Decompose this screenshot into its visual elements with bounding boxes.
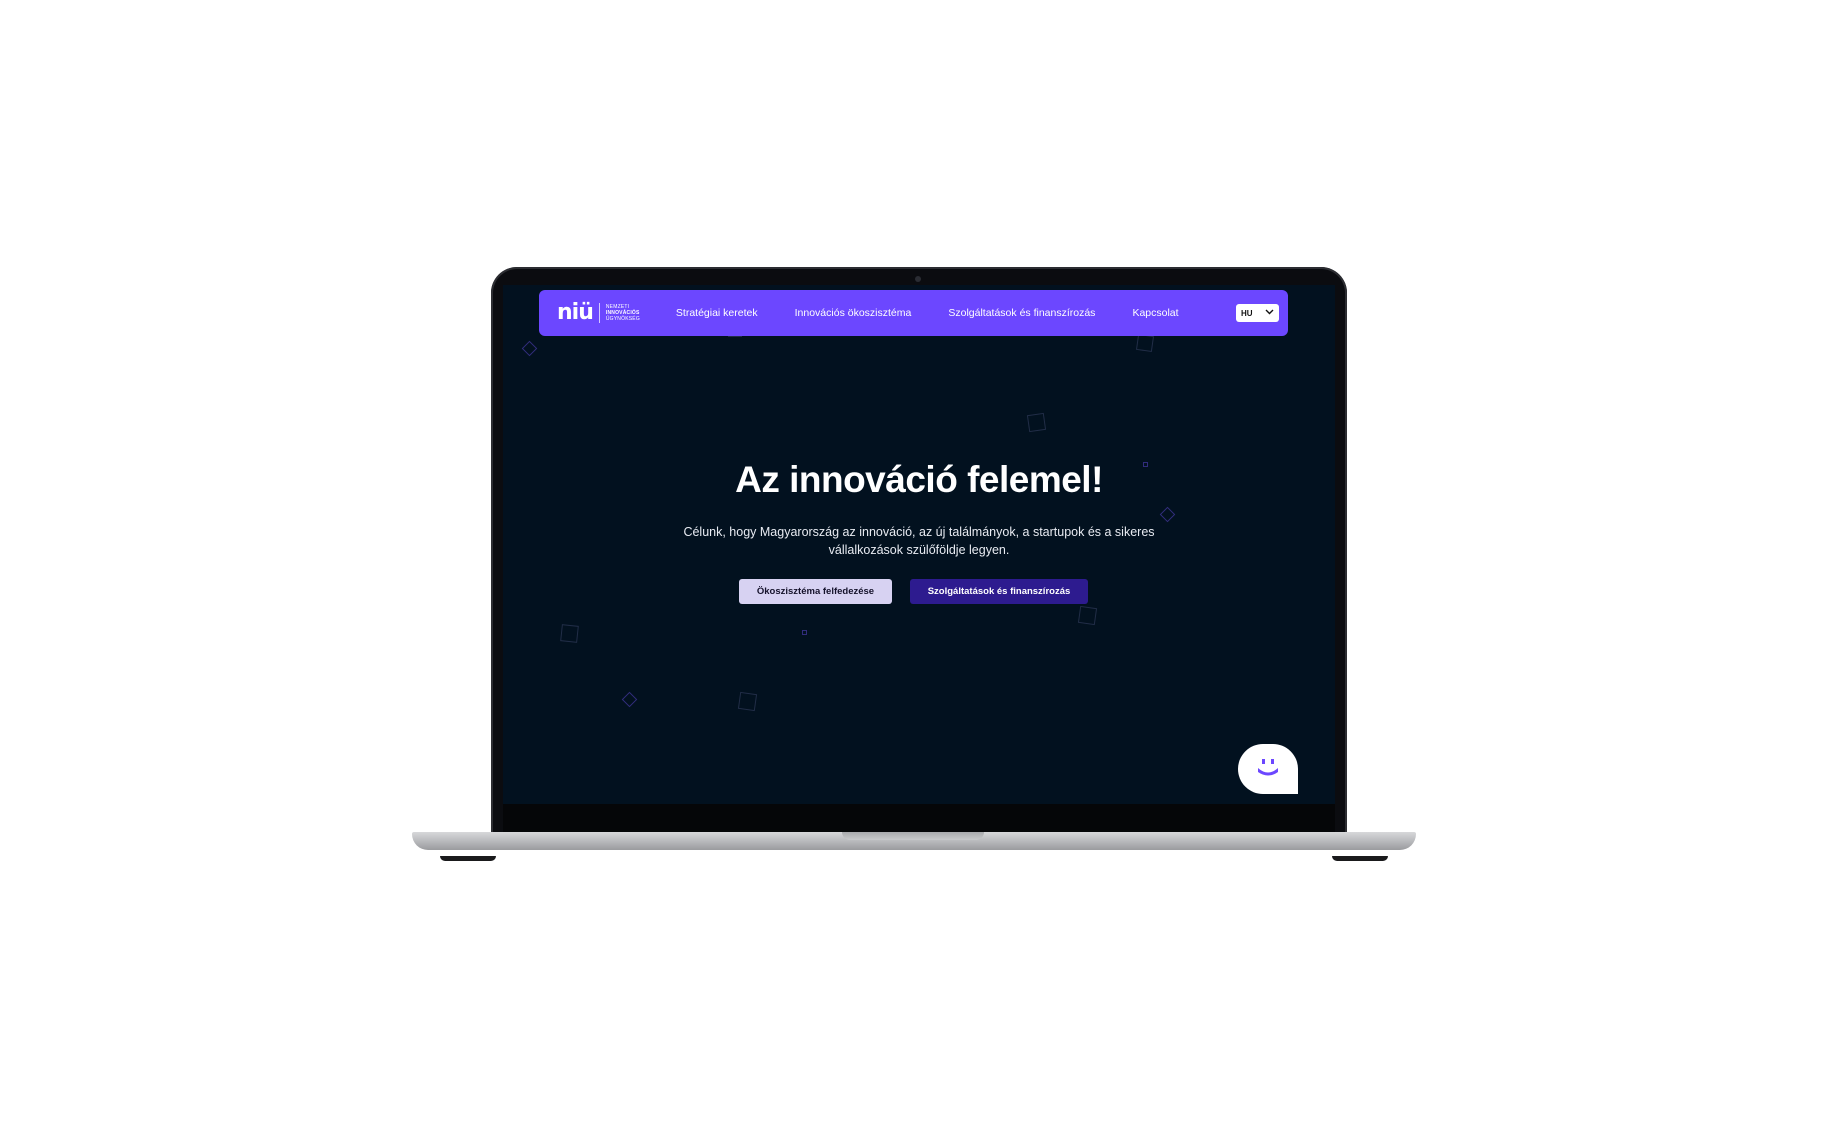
logo-line: ÜGYNÖKSÉG <box>605 316 640 322</box>
nav-link-innovacios-okoszisztema[interactable]: Innovációs ökoszisztéma <box>795 307 912 319</box>
browser-viewport: niü NEMZETI INNOVÁCIÓS ÜGYNÖKSÉG Stratég… <box>503 285 1335 804</box>
chevron-down-icon <box>1265 307 1274 317</box>
laptop-foot <box>440 856 496 861</box>
decorative-square <box>737 691 758 712</box>
language-select[interactable]: HU <box>1236 304 1279 322</box>
nav-links: Stratégiai keretek Innovációs ökosziszté… <box>676 307 1216 319</box>
chat-widget-button[interactable] <box>1238 744 1298 794</box>
decorative-square <box>560 624 579 643</box>
top-navigation: niü NEMZETI INNOVÁCIÓS ÜGYNÖKSÉG Stratég… <box>539 290 1288 336</box>
decorative-square <box>1135 333 1155 353</box>
laptop-foot <box>1332 856 1388 861</box>
nav-link-strategiai-keretek[interactable]: Stratégiai keretek <box>676 307 758 319</box>
decorative-square <box>1159 506 1176 523</box>
services-financing-button[interactable]: Szolgáltatások és finanszírozás <box>910 579 1088 604</box>
hero-subtitle: Célunk, hogy Magyarország az innováció, … <box>659 523 1179 559</box>
logo-mark: niü <box>557 300 594 325</box>
nav-link-kapcsolat[interactable]: Kapcsolat <box>1132 307 1178 319</box>
hero-subtitle-line: Célunk, hogy Magyarország az innováció, … <box>683 525 1155 539</box>
logo-wordmark: NEMZETI INNOVÁCIÓS ÜGYNÖKSÉG <box>606 304 640 322</box>
explore-ecosystem-button[interactable]: Ökoszisztéma felfedezése <box>739 579 892 604</box>
camera-dot <box>915 276 921 282</box>
decorative-square <box>1026 412 1047 433</box>
laptop-notch <box>842 832 984 840</box>
chat-bot-icon <box>1255 757 1281 782</box>
laptop-lid: niü NEMZETI INNOVÁCIÓS ÜGYNÖKSÉG Stratég… <box>491 267 1347 835</box>
decorative-square <box>521 340 538 357</box>
hero-subtitle-line: vállalkozások szülőföldje legyen. <box>828 543 1010 557</box>
screen-bezel-bottom <box>503 804 1335 834</box>
hero-title: Az innováció felemel! <box>735 459 1103 500</box>
decorative-square <box>621 691 638 708</box>
decorative-square <box>1077 605 1098 626</box>
language-label: HU <box>1241 308 1253 318</box>
nav-link-szolgaltatasok[interactable]: Szolgáltatások és finanszírozás <box>948 307 1095 319</box>
decorative-square <box>802 630 807 635</box>
logo-divider <box>598 303 600 323</box>
logo[interactable]: niü NEMZETI INNOVÁCIÓS ÜGYNÖKSÉG <box>557 302 640 324</box>
laptop-base <box>412 832 1416 850</box>
